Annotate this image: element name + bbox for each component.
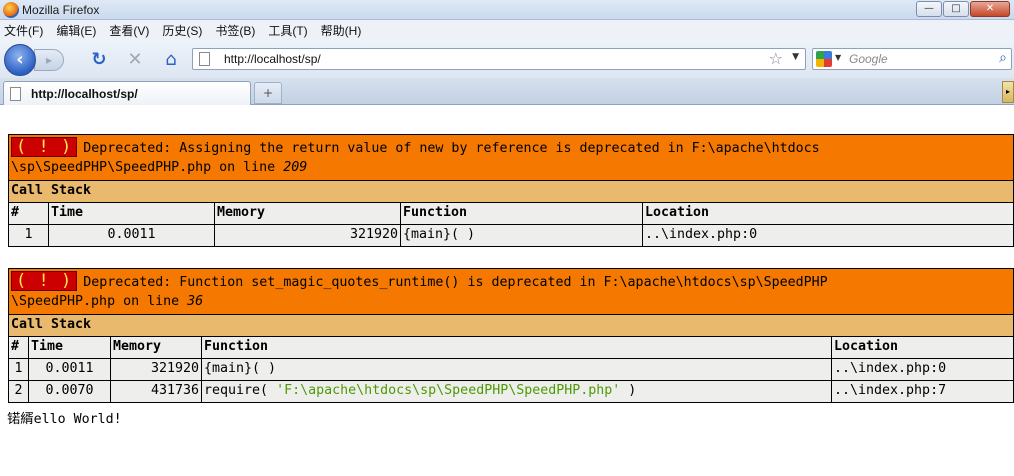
page-content: ( ! ) Deprecated: Assigning the return va… — [0, 106, 1014, 476]
table-row: 1 0.0011 321920 {main}( ) ..\index.php:0 — [8, 224, 1014, 247]
engine-dropdown-icon[interactable]: ▼ — [835, 53, 841, 62]
error-line-number: 209 — [283, 160, 308, 175]
tab-bar: http://localhost/sp/ + ▸ — [0, 78, 1014, 105]
col-header-memory: Memory — [110, 336, 202, 359]
google-icon[interactable] — [816, 51, 832, 67]
stop-icon[interactable]: ✕ — [124, 49, 146, 71]
table-row: 1 0.0011 321920 {main}( ) ..\index.php:0 — [8, 358, 1014, 381]
forward-button[interactable]: ▸ — [34, 49, 64, 71]
col-header-location: Location — [831, 336, 1014, 359]
navigation-toolbar: ▸ ‹ ↻ ✕ ⌂ http://localhost/sp/ ☆ ▼ ▼ Goo… — [0, 40, 1014, 78]
url-dropdown-icon[interactable]: ▼ — [792, 52, 799, 62]
search-input[interactable]: Google — [849, 52, 888, 66]
menu-view[interactable]: 查看(V) — [109, 22, 149, 39]
bookmark-star-icon[interactable]: ☆ — [769, 49, 783, 68]
col-header-function: Function — [400, 202, 643, 225]
maximize-button[interactable]: □ — [943, 1, 969, 17]
new-tab-button[interactable]: + — [254, 82, 282, 104]
tab-label: http://localhost/sp/ — [31, 87, 138, 101]
search-icon[interactable]: ⌕ — [999, 50, 1007, 66]
col-header-number: # — [8, 202, 49, 225]
error-message: Deprecated: Assigning the return value o… — [83, 141, 820, 156]
col-header-location: Location — [642, 202, 1014, 225]
window-controls: — □ ✕ — [915, 1, 1010, 17]
cell-function: {main}( ) — [201, 358, 832, 381]
error-message: Deprecated: Function set_magic_quotes_ru… — [83, 275, 828, 290]
page-icon — [10, 87, 21, 101]
col-header-number: # — [8, 336, 29, 359]
cell-memory: 431736 — [110, 380, 202, 403]
cell-function: require( 'F:\apache\htdocs\sp\SpeedPHP\S… — [201, 380, 832, 403]
col-header-memory: Memory — [214, 202, 401, 225]
cell-number: 2 — [8, 380, 29, 403]
call-stack-heading: Call Stack — [8, 314, 1014, 337]
cell-memory: 321920 — [214, 224, 401, 247]
menu-bar: 文件(F) 编辑(E) 查看(V) 历史(S) 书签(B) 工具(T) 帮助(H… — [0, 20, 1014, 40]
menu-bookmarks[interactable]: 书签(B) — [215, 22, 255, 39]
function-argument: 'F:\apache\htdocs\sp\SpeedPHP\SpeedPHP.p… — [276, 383, 621, 398]
close-button[interactable]: ✕ — [970, 1, 1010, 17]
error-message-row: ( ! ) Deprecated: Function set_magic_quot… — [8, 268, 1014, 315]
menu-file[interactable]: 文件(F) — [4, 22, 43, 39]
col-header-time: Time — [28, 336, 111, 359]
title-bar: Mozilla Firefox — □ ✕ — [0, 0, 1014, 20]
menu-tools[interactable]: 工具(T) — [268, 22, 307, 39]
menu-edit[interactable]: 编辑(E) — [56, 22, 96, 39]
minimize-button[interactable]: — — [916, 1, 942, 17]
cell-time: 0.0011 — [28, 358, 111, 381]
error-message-cont: \sp\SpeedPHP\SpeedPHP.php on line — [11, 160, 284, 175]
error-line-number: 36 — [187, 294, 204, 309]
error-message-row: ( ! ) Deprecated: Assigning the return va… — [8, 134, 1014, 181]
function-name: require( — [204, 383, 277, 398]
col-header-time: Time — [48, 202, 215, 225]
home-icon[interactable]: ⌂ — [160, 49, 182, 71]
tab-scroll-icon[interactable]: ▸ — [1002, 81, 1014, 103]
back-button[interactable]: ‹ — [4, 44, 36, 76]
error-message-cont: \SpeedPHP.php on line — [11, 294, 188, 309]
menu-history[interactable]: 历史(S) — [162, 22, 202, 39]
cell-location: ..\index.php:0 — [642, 224, 1014, 247]
call-stack-heading: Call Stack — [8, 180, 1014, 203]
col-header-function: Function — [201, 336, 832, 359]
page-output-text: 锘縃ello World! — [7, 412, 122, 427]
table-row: 2 0.0070 431736 require( 'F:\apache\htdo… — [8, 380, 1014, 403]
cell-number: 1 — [8, 358, 29, 381]
url-text[interactable]: http://localhost/sp/ — [224, 52, 321, 66]
cell-time: 0.0011 — [48, 224, 215, 247]
xdebug-error-table: ( ! ) Deprecated: Function set_magic_quot… — [8, 268, 1014, 403]
cell-number: 1 — [8, 224, 49, 247]
search-bar[interactable]: ▼ Google ⌕ — [812, 48, 1012, 70]
error-badge: ( ! ) — [11, 271, 78, 291]
cell-memory: 321920 — [110, 358, 202, 381]
error-badge: ( ! ) — [11, 137, 78, 157]
xdebug-error-table: ( ! ) Deprecated: Assigning the return va… — [8, 134, 1014, 247]
menu-help[interactable]: 帮助(H) — [321, 22, 362, 39]
cell-location: ..\index.php:0 — [831, 358, 1014, 381]
reload-icon[interactable]: ↻ — [88, 49, 110, 71]
page-icon — [199, 52, 210, 66]
tab-localhost[interactable]: http://localhost/sp/ — [3, 81, 251, 105]
firefox-icon — [3, 2, 19, 18]
cell-location: ..\index.php:7 — [831, 380, 1014, 403]
function-close: ) — [620, 383, 637, 398]
cell-time: 0.0070 — [28, 380, 111, 403]
address-bar[interactable]: http://localhost/sp/ ☆ ▼ — [192, 48, 806, 70]
window-title: Mozilla Firefox — [22, 3, 100, 17]
cell-function: {main}( ) — [400, 224, 643, 247]
